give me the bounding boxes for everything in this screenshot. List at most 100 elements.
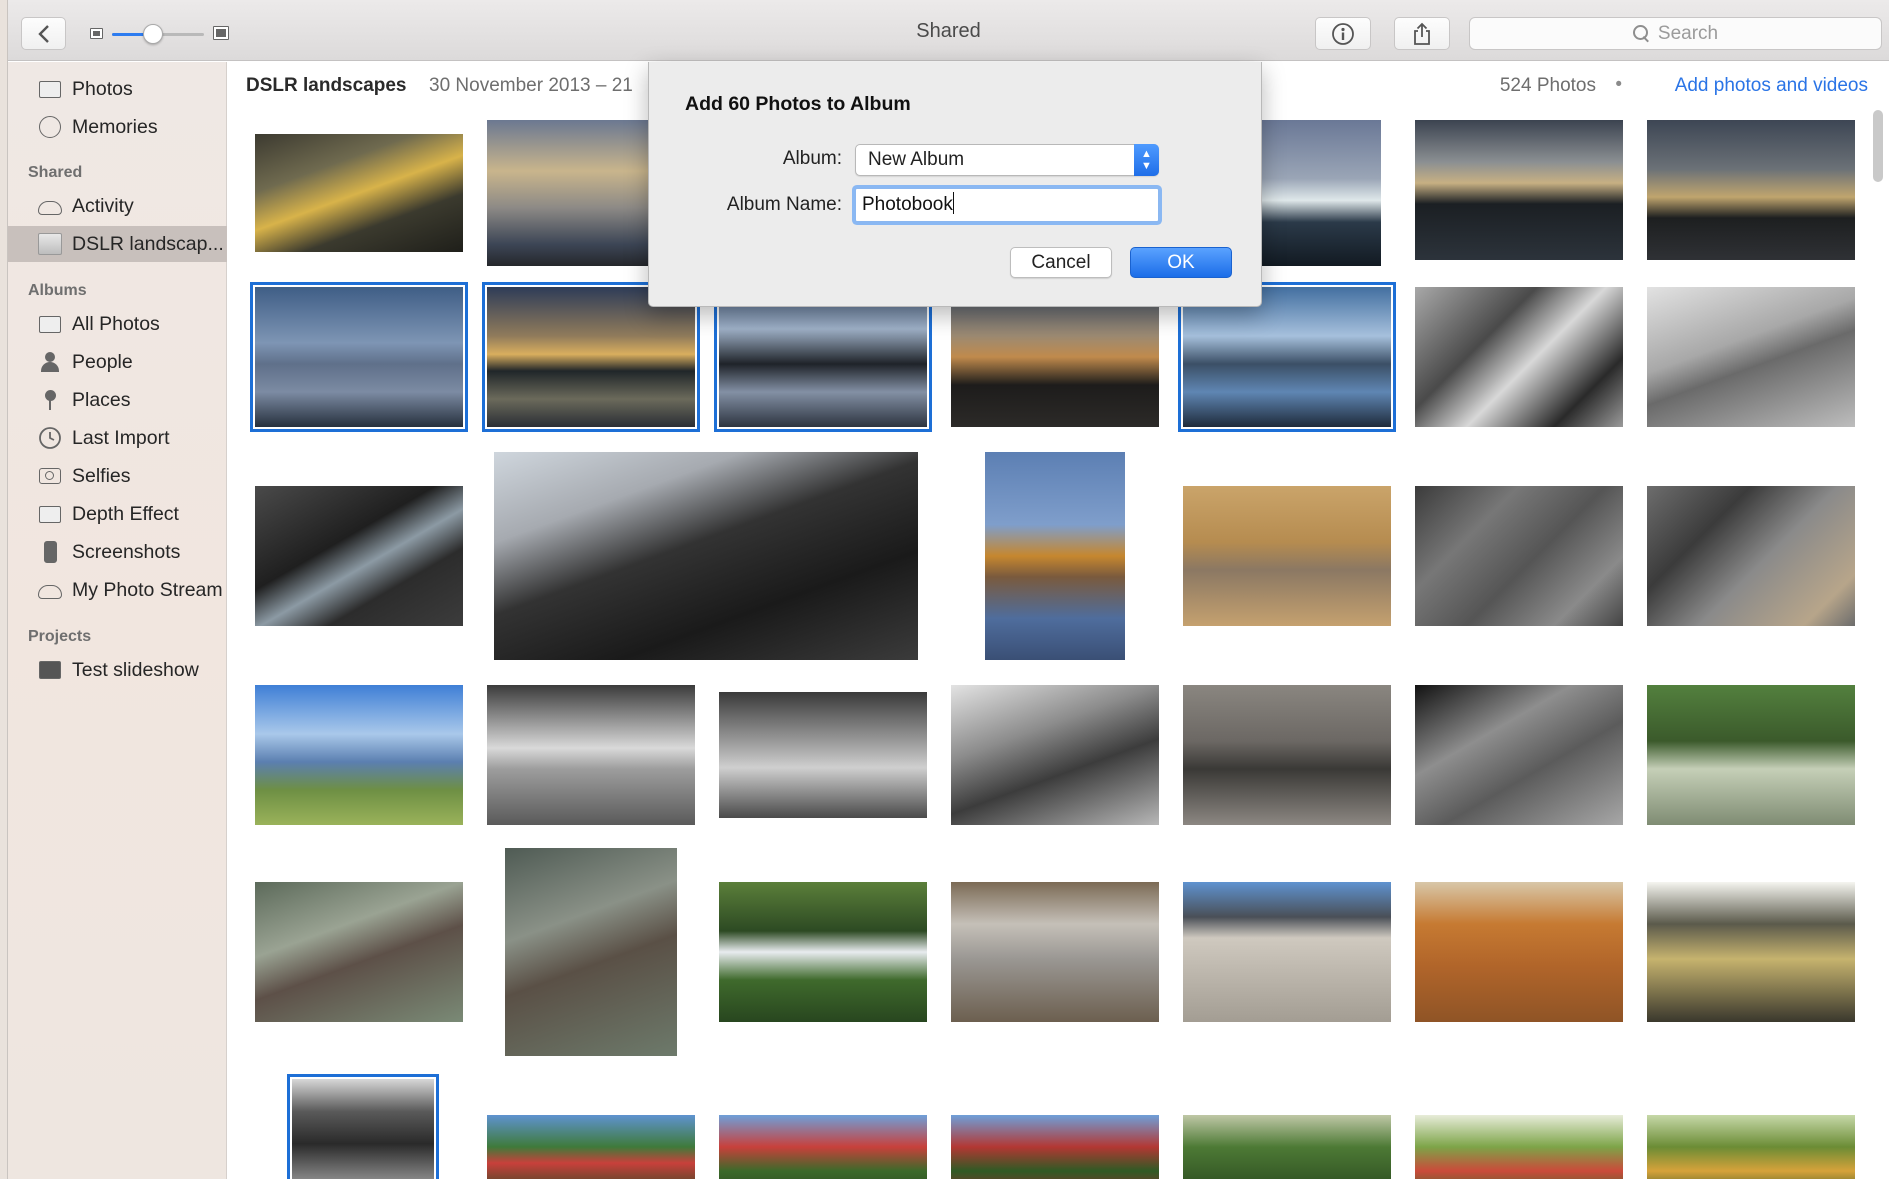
photo-thumbnail[interactable] — [255, 134, 463, 252]
photo-thumbnail[interactable] — [951, 287, 1159, 427]
photo-image — [951, 1115, 1159, 1179]
photo-thumbnail[interactable] — [719, 882, 927, 1022]
sidebar-item-dslr-landscapes[interactable]: DSLR landscap... — [8, 226, 227, 262]
updown-arrows-icon: ▲ ▼ — [1134, 144, 1159, 176]
photo-thumbnail[interactable] — [505, 848, 677, 1056]
photo-thumbnail[interactable] — [1415, 287, 1623, 427]
sidebar-item-label: Test slideshow — [72, 658, 199, 681]
sidebar-item-label: All Photos — [72, 312, 160, 335]
depth-icon — [38, 504, 62, 524]
photo-image — [1415, 486, 1623, 626]
photo-thumbnail[interactable] — [1647, 287, 1855, 427]
album-label: Album: — [782, 148, 842, 169]
photo-image — [292, 1079, 434, 1179]
search-field[interactable]: Search — [1469, 17, 1882, 50]
photo-thumbnail[interactable] — [1647, 882, 1855, 1022]
photo-image — [1647, 287, 1855, 427]
photo-thumbnail[interactable] — [487, 685, 695, 825]
photo-thumbnail[interactable] — [1647, 1115, 1855, 1179]
sidebar-item-memories[interactable]: Memories — [8, 109, 227, 145]
photo-thumbnail[interactable] — [1415, 685, 1623, 825]
sidebar-item-my-photo-stream[interactable]: My Photo Stream — [8, 572, 227, 608]
photo-thumbnail[interactable] — [1183, 685, 1391, 825]
photo-thumbnail[interactable] — [1415, 120, 1623, 260]
photo-thumbnail[interactable] — [1247, 120, 1381, 266]
sidebar-item-selfies[interactable]: Selfies — [8, 458, 227, 494]
vertical-scrollbar[interactable] — [1873, 110, 1883, 182]
album-name-label: Album Name: — [726, 194, 842, 215]
photo-image — [1647, 882, 1855, 1022]
album-select[interactable]: New Album ▲ ▼ — [855, 144, 1159, 176]
photo-image — [719, 287, 927, 427]
cloud-icon — [38, 580, 62, 600]
photo-thumbnail[interactable] — [487, 1115, 695, 1179]
photo-image — [255, 134, 463, 252]
share-button[interactable] — [1394, 17, 1450, 50]
photo-image — [1415, 287, 1623, 427]
sidebar-item-depth-effect[interactable]: Depth Effect — [8, 496, 227, 532]
cancel-button[interactable]: Cancel — [1010, 247, 1112, 278]
photo-image — [951, 287, 1159, 427]
memories-icon — [38, 116, 62, 138]
add-photos-link[interactable]: Add photos and videos — [1675, 75, 1868, 97]
photo-thumbnail[interactable] — [985, 452, 1125, 660]
photo-thumbnail[interactable] — [719, 692, 927, 818]
sidebar-item-activity[interactable]: Activity — [8, 188, 227, 224]
photo-image — [1415, 882, 1623, 1022]
photo-thumbnail[interactable] — [1178, 282, 1396, 432]
photo-thumbnail[interactable] — [1415, 882, 1623, 1022]
photo-thumbnail[interactable] — [1183, 1115, 1391, 1179]
photo-thumbnail[interactable] — [951, 685, 1159, 825]
photo-thumbnail[interactable] — [255, 685, 463, 825]
pin-icon — [38, 390, 62, 410]
photo-thumbnail[interactable] — [719, 1115, 927, 1179]
photo-image — [1247, 120, 1381, 266]
photo-image — [255, 685, 463, 825]
sidebar-item-label: Selfies — [72, 464, 131, 487]
toolbar: Shared Search — [8, 0, 1889, 61]
photo-image — [255, 486, 463, 626]
photo-thumbnail[interactable] — [1183, 486, 1391, 626]
sidebar-item-screenshots[interactable]: Screenshots — [8, 534, 227, 570]
photo-image — [487, 1115, 695, 1179]
photo-thumbnail[interactable] — [255, 882, 463, 1022]
sidebar-item-label: Photos — [72, 77, 133, 100]
photo-thumbnail[interactable] — [1415, 486, 1623, 626]
photo-thumbnail[interactable] — [951, 882, 1159, 1022]
photo-image — [1647, 486, 1855, 626]
photo-thumbnail[interactable] — [1415, 1115, 1623, 1179]
photo-thumbnail[interactable] — [494, 452, 918, 660]
sidebar-item-photos[interactable]: Photos — [8, 71, 227, 107]
album-title: DSLR landscapes — [246, 75, 407, 96]
photo-thumbnail[interactable] — [1647, 685, 1855, 825]
photo-thumbnail[interactable] — [951, 1115, 1159, 1179]
album-name-field[interactable]: Photobook — [855, 188, 1159, 222]
photo-image — [1183, 287, 1391, 427]
photo-thumbnail[interactable] — [1647, 486, 1855, 626]
search-placeholder: Search — [1657, 22, 1719, 44]
sidebar-item-last-import[interactable]: Last Import — [8, 420, 227, 456]
photo-image — [1647, 120, 1855, 260]
photo-thumbnail[interactable] — [250, 282, 468, 432]
ok-button[interactable]: OK — [1130, 247, 1232, 278]
info-button[interactable] — [1315, 17, 1371, 50]
photo-thumbnail[interactable] — [1647, 120, 1855, 260]
cloud-icon — [38, 196, 62, 216]
share-icon — [1414, 22, 1430, 45]
phone-icon — [38, 541, 62, 563]
photo-image — [255, 287, 463, 427]
photo-thumbnail[interactable] — [1183, 882, 1391, 1022]
sidebar-item-label: Memories — [72, 115, 158, 138]
photo-thumbnail[interactable] — [714, 282, 932, 432]
sidebar-item-places[interactable]: Places — [8, 382, 227, 418]
sidebar-item-all-photos[interactable]: All Photos — [8, 306, 227, 342]
clock-icon — [38, 427, 62, 449]
photo-thumbnail[interactable] — [482, 282, 700, 432]
sidebar-item-test-slideshow[interactable]: Test slideshow — [8, 652, 227, 688]
photo-image — [487, 685, 695, 825]
sidebar-item-people[interactable]: People — [8, 344, 227, 380]
photo-image — [1183, 882, 1391, 1022]
sidebar-item-label: Places — [72, 388, 131, 411]
photo-thumbnail[interactable] — [287, 1074, 439, 1179]
photo-thumbnail[interactable] — [255, 486, 463, 626]
